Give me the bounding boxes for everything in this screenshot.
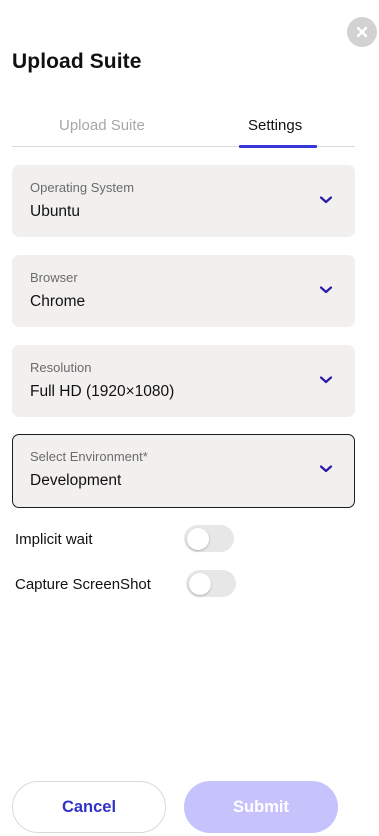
toggle-knob — [189, 572, 211, 595]
resolution-value: Full HD (1920×1080) — [30, 383, 175, 400]
chevron-down-icon — [319, 465, 333, 473]
operating-system-select[interactable]: Operating System Ubuntu — [12, 165, 355, 237]
resolution-select[interactable]: Resolution Full HD (1920×1080) — [12, 345, 355, 417]
submit-button[interactable]: Submit — [184, 781, 338, 833]
tab-settings[interactable]: Settings — [248, 117, 302, 134]
resolution-label: Resolution — [30, 360, 92, 375]
close-button[interactable] — [347, 17, 377, 47]
tab-bar: Upload Suite Settings — [12, 108, 355, 148]
capture-screenshot-row: Capture ScreenShot — [15, 570, 245, 600]
chevron-down-icon — [319, 286, 333, 294]
close-icon — [356, 26, 368, 38]
operating-system-label: Operating System — [30, 180, 135, 195]
cancel-button[interactable]: Cancel — [12, 781, 166, 833]
implicit-wait-label: Implicit wait — [15, 531, 93, 548]
environment-value: Development — [30, 472, 122, 489]
chevron-down-icon — [319, 196, 333, 204]
capture-screenshot-label: Capture ScreenShot — [15, 576, 151, 593]
browser-select[interactable]: Browser Chrome — [12, 255, 355, 327]
environment-label: Select Environment* — [30, 449, 148, 464]
browser-label: Browser — [30, 270, 78, 285]
chevron-down-icon — [319, 376, 333, 384]
capture-screenshot-toggle[interactable] — [186, 570, 236, 597]
environment-select[interactable]: Select Environment* Development — [12, 434, 355, 508]
toggle-knob — [187, 527, 209, 550]
implicit-wait-row: Implicit wait — [15, 525, 245, 555]
browser-value: Chrome — [30, 293, 86, 310]
page-title: Upload Suite — [12, 50, 142, 73]
tab-upload-suite[interactable]: Upload Suite — [59, 117, 145, 134]
operating-system-value: Ubuntu — [30, 203, 80, 220]
active-tab-indicator — [239, 145, 317, 148]
implicit-wait-toggle[interactable] — [184, 525, 234, 552]
